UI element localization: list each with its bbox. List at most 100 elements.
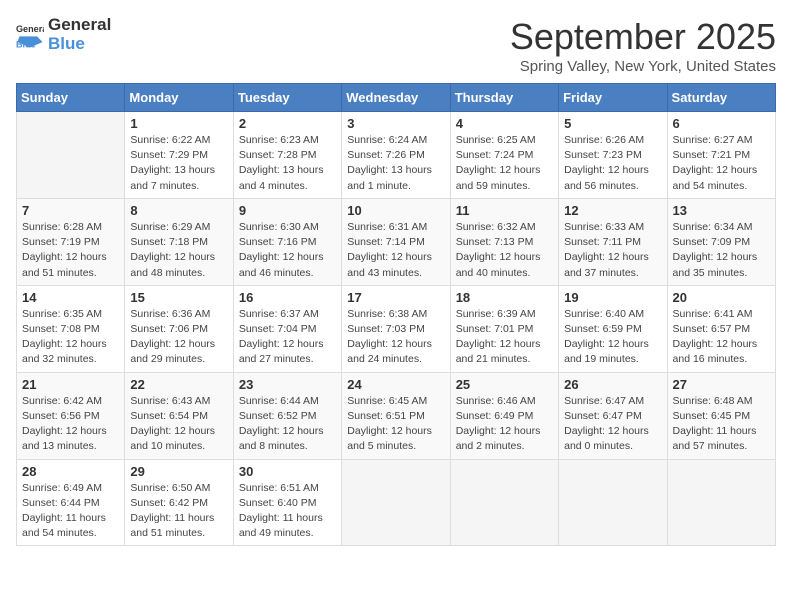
calendar-cell: 16Sunrise: 6:37 AMSunset: 7:04 PMDayligh…: [233, 285, 341, 372]
day-number: 8: [130, 203, 227, 218]
logo-blue: Blue: [48, 35, 111, 54]
calendar-week-4: 21 Sunrise: 6:42 AMSunset: 6:56 PMDayligh…: [17, 372, 776, 459]
day-number: 21: [22, 377, 119, 392]
day-number: 23: [239, 377, 336, 392]
calendar-cell: [342, 459, 450, 546]
calendar-cell: 18Sunrise: 6:39 AMSunset: 7:01 PMDayligh…: [450, 285, 558, 372]
day-info: Sunrise: 6:41 AMSunset: 6:57 PMDaylight:…: [673, 307, 770, 368]
calendar-header-friday: Friday: [559, 84, 667, 112]
calendar-cell: 20 Sunrise: 6:41 AMSunset: 6:57 PMDayligh…: [667, 285, 775, 372]
svg-text:Blue: Blue: [16, 39, 36, 48]
calendar-cell: 9Sunrise: 6:30 AMSunset: 7:16 PMDaylight…: [233, 198, 341, 285]
day-info: Sunrise: 6:49 AMSunset: 6:44 PMDaylight:…: [22, 481, 119, 542]
day-info: Sunrise: 6:22 AMSunset: 7:29 PMDaylight:…: [130, 133, 227, 194]
day-number: 5: [564, 116, 661, 131]
day-info: Sunrise: 6:35 AMSunset: 7:08 PMDaylight:…: [22, 307, 119, 368]
day-number: 28: [22, 464, 119, 479]
calendar-cell: [17, 112, 125, 199]
day-number: 7: [22, 203, 119, 218]
page-header: General Blue General Blue September 2025…: [16, 16, 776, 75]
calendar-cell: 4 Sunrise: 6:25 AMSunset: 7:24 PMDaylight…: [450, 112, 558, 199]
day-info: Sunrise: 6:48 AMSunset: 6:45 PMDaylight:…: [673, 394, 770, 455]
day-number: 4: [456, 116, 553, 131]
calendar-cell: 24 Sunrise: 6:45 AMSunset: 6:51 PMDayligh…: [342, 372, 450, 459]
logo-icon: General Blue: [16, 21, 44, 49]
day-info: Sunrise: 6:32 AMSunset: 7:13 PMDaylight:…: [456, 220, 553, 281]
day-number: 22: [130, 377, 227, 392]
day-number: 26: [564, 377, 661, 392]
day-number: 18: [456, 290, 553, 305]
calendar-cell: 6Sunrise: 6:27 AMSunset: 7:21 PMDaylight…: [667, 112, 775, 199]
day-info: Sunrise: 6:42 AMSunset: 6:56 PMDaylight:…: [22, 394, 119, 455]
calendar-cell: 27 Sunrise: 6:48 AMSunset: 6:45 PMDayligh…: [667, 372, 775, 459]
day-info: Sunrise: 6:30 AMSunset: 7:16 PMDaylight:…: [239, 220, 336, 281]
day-number: 25: [456, 377, 553, 392]
day-number: 24: [347, 377, 444, 392]
day-info: Sunrise: 6:46 AMSunset: 6:49 PMDaylight:…: [456, 394, 553, 455]
day-number: 27: [673, 377, 770, 392]
calendar-cell: 28 Sunrise: 6:49 AMSunset: 6:44 PMDayligh…: [17, 459, 125, 546]
calendar-cell: 3Sunrise: 6:24 AMSunset: 7:26 PMDaylight…: [342, 112, 450, 199]
calendar-cell: 1 Sunrise: 6:22 AMSunset: 7:29 PMDaylight…: [125, 112, 233, 199]
calendar-cell: [559, 459, 667, 546]
day-info: Sunrise: 6:38 AMSunset: 7:03 PMDaylight:…: [347, 307, 444, 368]
day-number: 16: [239, 290, 336, 305]
day-info: Sunrise: 6:40 AMSunset: 6:59 PMDaylight:…: [564, 307, 661, 368]
day-number: 11: [456, 203, 553, 218]
day-number: 6: [673, 116, 770, 131]
logo: General Blue General Blue: [16, 16, 111, 53]
day-number: 14: [22, 290, 119, 305]
day-info: Sunrise: 6:44 AMSunset: 6:52 PMDaylight:…: [239, 394, 336, 455]
calendar-header-saturday: Saturday: [667, 84, 775, 112]
day-number: 3: [347, 116, 444, 131]
location: Spring Valley, New York, United States: [510, 58, 776, 75]
svg-text:General: General: [16, 24, 44, 34]
day-info: Sunrise: 6:29 AMSunset: 7:18 PMDaylight:…: [130, 220, 227, 281]
day-number: 30: [239, 464, 336, 479]
calendar-week-1: 1 Sunrise: 6:22 AMSunset: 7:29 PMDaylight…: [17, 112, 776, 199]
day-info: Sunrise: 6:33 AMSunset: 7:11 PMDaylight:…: [564, 220, 661, 281]
day-info: Sunrise: 6:47 AMSunset: 6:47 PMDaylight:…: [564, 394, 661, 455]
title-block: September 2025 Spring Valley, New York, …: [510, 16, 776, 75]
calendar-cell: 26 Sunrise: 6:47 AMSunset: 6:47 PMDayligh…: [559, 372, 667, 459]
day-number: 17: [347, 290, 444, 305]
calendar-cell: 19 Sunrise: 6:40 AMSunset: 6:59 PMDayligh…: [559, 285, 667, 372]
calendar-cell: 12Sunrise: 6:33 AMSunset: 7:11 PMDayligh…: [559, 198, 667, 285]
day-info: Sunrise: 6:50 AMSunset: 6:42 PMDaylight:…: [130, 481, 227, 542]
day-number: 15: [130, 290, 227, 305]
calendar-cell: 13 Sunrise: 6:34 AMSunset: 7:09 PMDayligh…: [667, 198, 775, 285]
calendar-cell: [667, 459, 775, 546]
day-info: Sunrise: 6:26 AMSunset: 7:23 PMDaylight:…: [564, 133, 661, 194]
calendar-header-sunday: Sunday: [17, 84, 125, 112]
day-info: Sunrise: 6:45 AMSunset: 6:51 PMDaylight:…: [347, 394, 444, 455]
calendar-cell: 2 Sunrise: 6:23 AMSunset: 7:28 PMDaylight…: [233, 112, 341, 199]
calendar-cell: 22 Sunrise: 6:43 AMSunset: 6:54 PMDayligh…: [125, 372, 233, 459]
day-info: Sunrise: 6:28 AMSunset: 7:19 PMDaylight:…: [22, 220, 119, 281]
day-number: 19: [564, 290, 661, 305]
calendar-week-2: 7 Sunrise: 6:28 AMSunset: 7:19 PMDaylight…: [17, 198, 776, 285]
calendar-cell: 10Sunrise: 6:31 AMSunset: 7:14 PMDayligh…: [342, 198, 450, 285]
day-number: 1: [130, 116, 227, 131]
calendar-cell: 11 Sunrise: 6:32 AMSunset: 7:13 PMDayligh…: [450, 198, 558, 285]
day-info: Sunrise: 6:31 AMSunset: 7:14 PMDaylight:…: [347, 220, 444, 281]
calendar-cell: 29 Sunrise: 6:50 AMSunset: 6:42 PMDayligh…: [125, 459, 233, 546]
day-number: 13: [673, 203, 770, 218]
calendar-cell: 14 Sunrise: 6:35 AMSunset: 7:08 PMDayligh…: [17, 285, 125, 372]
calendar-week-5: 28 Sunrise: 6:49 AMSunset: 6:44 PMDayligh…: [17, 459, 776, 546]
day-info: Sunrise: 6:43 AMSunset: 6:54 PMDaylight:…: [130, 394, 227, 455]
day-number: 20: [673, 290, 770, 305]
calendar-header-row: SundayMondayTuesdayWednesdayThursdayFrid…: [17, 84, 776, 112]
calendar-header-tuesday: Tuesday: [233, 84, 341, 112]
calendar-cell: 30Sunrise: 6:51 AMSunset: 6:40 PMDayligh…: [233, 459, 341, 546]
calendar-cell: 23 Sunrise: 6:44 AMSunset: 6:52 PMDayligh…: [233, 372, 341, 459]
day-info: Sunrise: 6:34 AMSunset: 7:09 PMDaylight:…: [673, 220, 770, 281]
calendar-cell: [450, 459, 558, 546]
calendar-table: SundayMondayTuesdayWednesdayThursdayFrid…: [16, 83, 776, 546]
day-info: Sunrise: 6:23 AMSunset: 7:28 PMDaylight:…: [239, 133, 336, 194]
calendar-header-monday: Monday: [125, 84, 233, 112]
day-number: 29: [130, 464, 227, 479]
day-number: 2: [239, 116, 336, 131]
calendar-cell: 21 Sunrise: 6:42 AMSunset: 6:56 PMDayligh…: [17, 372, 125, 459]
day-info: Sunrise: 6:25 AMSunset: 7:24 PMDaylight:…: [456, 133, 553, 194]
calendar-cell: 7 Sunrise: 6:28 AMSunset: 7:19 PMDaylight…: [17, 198, 125, 285]
